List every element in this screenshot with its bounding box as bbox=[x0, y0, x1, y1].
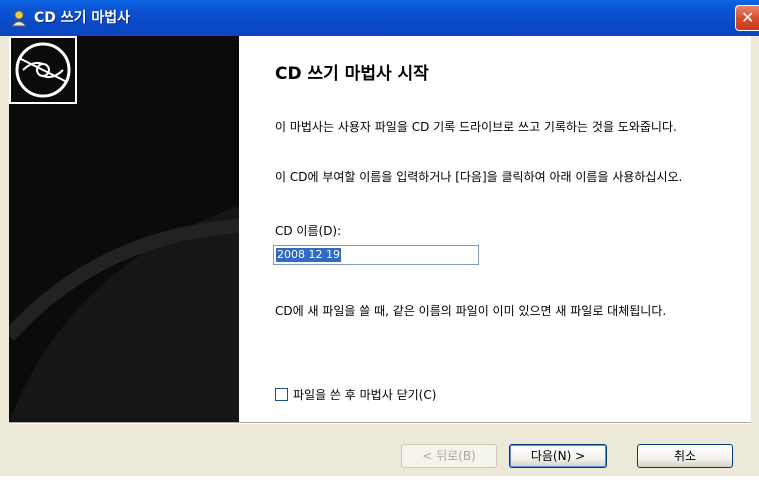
cd-name-label: CD 이름(D): bbox=[275, 224, 342, 238]
description-text: 이 마법사는 사용자 파일을 CD 기록 드라이브로 쓰고 기록하는 것을 도와… bbox=[275, 120, 677, 134]
cd-writer-icon bbox=[10, 10, 28, 27]
close-icon: ✕ bbox=[741, 8, 755, 27]
instruction-text: 이 CD에 부여할 이름을 입력하거나 [다음]을 클릭하여 아래 이름을 사용… bbox=[275, 170, 683, 184]
cancel-button[interactable]: 취소 bbox=[637, 444, 733, 468]
cd-disc-icon bbox=[9, 36, 77, 104]
back-button[interactable]: < 뒤로(B) bbox=[401, 444, 497, 468]
cd-name-input[interactable]: 2008 12 19 bbox=[273, 245, 479, 265]
close-wizard-checkbox-label[interactable]: 파일을 쓴 후 마법사 닫기(C) bbox=[293, 386, 436, 403]
cd-writing-wizard-window: CD 쓰기 마법사 ✕ CD 쓰기 마법사 시작 이 마법사는 사용자 파일을 … bbox=[0, 0, 759, 476]
window-title: CD 쓰기 마법사 bbox=[34, 10, 131, 26]
overwrite-notice-text: CD에 새 파일을 쓸 때, 같은 이름의 파일이 이미 있으면 새 파일로 대… bbox=[275, 304, 667, 318]
cd-name-value: 2008 12 19 bbox=[276, 248, 341, 262]
close-button[interactable]: ✕ bbox=[735, 5, 759, 31]
title-bar[interactable]: CD 쓰기 마법사 ✕ bbox=[0, 0, 759, 36]
next-button[interactable]: 다음(N) > bbox=[509, 444, 607, 468]
page-title: CD 쓰기 마법사 시작 bbox=[275, 64, 429, 84]
wizard-content-area: CD 쓰기 마법사 시작 이 마법사는 사용자 파일을 CD 기록 드라이브로 … bbox=[239, 36, 751, 422]
close-wizard-checkbox[interactable] bbox=[275, 388, 288, 401]
wizard-side-panel bbox=[9, 36, 239, 422]
button-area-divider bbox=[9, 422, 751, 424]
